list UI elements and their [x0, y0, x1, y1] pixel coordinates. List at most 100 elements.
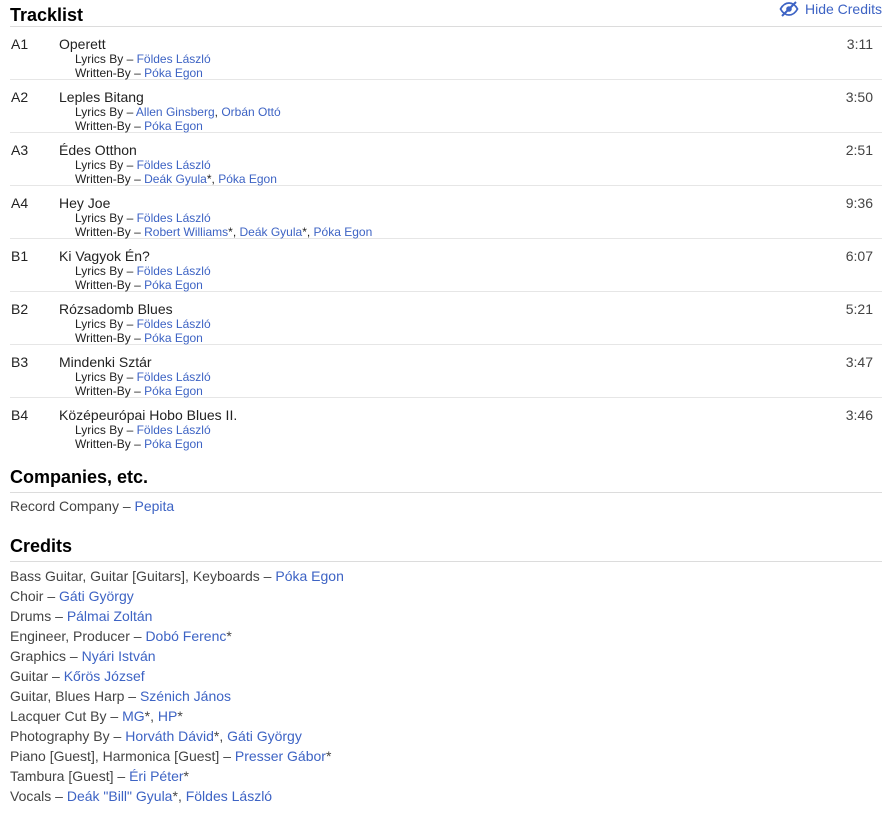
artist-link[interactable]: HP	[158, 708, 177, 724]
artist-link[interactable]: Éri Péter	[129, 768, 183, 784]
artist-link[interactable]: Kőrös József	[64, 668, 145, 684]
hide-credits-button[interactable]: Hide Credits	[779, 0, 882, 26]
track-duration: 6:07	[845, 248, 873, 264]
anv-star: *	[325, 748, 332, 764]
track-title: Hey Joe	[59, 195, 111, 211]
credit-separator: –	[51, 788, 67, 804]
track-credit: Lyrics By – Allen Ginsberg, Orbán Ottó	[75, 105, 281, 119]
credit-separator: –	[51, 608, 67, 624]
track-row: B1 Ki Vagyok Én? 6:07 Lyrics By – Földes Lá…	[10, 239, 882, 292]
track-row: B4 Középeurópai Hobo Blues II. 3:46 Lyrics …	[10, 398, 882, 451]
artist-link[interactable]: MG	[122, 708, 145, 724]
artist-link[interactable]: Póka Egon	[144, 437, 203, 451]
credit-role: Written-By	[75, 278, 131, 292]
artist-link[interactable]: Póka Egon	[218, 172, 277, 186]
credit-role: Written-By	[75, 119, 131, 133]
credit-item: Guitar – Kőrös József	[10, 668, 145, 684]
track-position: B3	[11, 354, 29, 370]
credit-role: Engineer, Producer	[10, 628, 130, 644]
artist-link[interactable]: Gáti György	[227, 728, 302, 744]
credit-separator: –	[130, 384, 145, 398]
artist-link[interactable]: Gáti György	[59, 588, 134, 604]
anv-star: *	[177, 708, 183, 724]
tracklist-header: Tracklist Hide Credits	[10, 0, 882, 27]
artist-link[interactable]: Póka Egon	[144, 278, 203, 292]
credit-separator: –	[123, 264, 137, 278]
artist-link[interactable]: Póka Egon	[144, 119, 203, 133]
track-duration: 9:36	[845, 195, 873, 211]
artist-link[interactable]: Dobó Ferenc	[145, 628, 226, 644]
track-credit: Lyrics By – Földes László	[75, 211, 211, 225]
artist-link[interactable]: Robert Williams	[144, 225, 228, 239]
release-credits-page: Tracklist Hide Credits A1 Operett 3:11 Lyri…	[0, 0, 886, 816]
credit-role: Lyrics By	[75, 211, 124, 225]
companies-title: Companies, etc.	[10, 467, 149, 487]
track-credit: Written-By – Robert Williams*, Deák Gyul…	[75, 225, 372, 239]
credit-item: Vocals – Deák "Bill" Gyula*, Földes Lász…	[10, 788, 272, 804]
credit-separator: –	[48, 668, 64, 684]
track-duration: 5:21	[845, 301, 873, 317]
track-row: B3 Mindenki Sztár 3:47 Lyrics By – Földes L…	[10, 345, 882, 398]
credit-item: Photography By – Horváth Dávid*, Gáti Gy…	[10, 728, 302, 744]
track-title: Ki Vagyok Én?	[59, 248, 150, 264]
track-duration: 3:50	[845, 89, 873, 105]
track-row: A3 Édes Otthon 2:51 Lyrics By – Földes Lász…	[10, 133, 882, 186]
artist-link[interactable]: Nyári István	[82, 648, 156, 664]
credit-separator: –	[130, 66, 145, 80]
credit-separator: –	[123, 370, 137, 384]
credit-item: Guitar, Blues Harp – Szénich János	[10, 688, 231, 704]
credit-separator: –	[219, 748, 235, 764]
credit-role: Lyrics By	[75, 423, 124, 437]
artist-link[interactable]: Allen Ginsberg	[136, 105, 215, 119]
artist-link[interactable]: Pálmai Zoltán	[67, 608, 153, 624]
track-duration: 3:46	[845, 407, 873, 423]
track-position: A1	[11, 36, 29, 52]
artist-link[interactable]: Póka Egon	[275, 568, 344, 584]
artist-link[interactable]: Földes László	[137, 158, 211, 172]
artist-link[interactable]: Póka Egon	[144, 66, 203, 80]
artist-link[interactable]: Presser Gábor	[235, 748, 326, 764]
artist-link[interactable]: Földes László	[137, 423, 211, 437]
credit-item: Tambura [Guest] – Éri Péter*	[10, 768, 189, 784]
artist-link[interactable]: Földes László	[186, 788, 272, 804]
track-credit: Written-By – Póka Egon	[75, 384, 203, 398]
tracklist-title: Tracklist	[10, 5, 84, 25]
credit-separator: –	[123, 158, 137, 172]
artist-link[interactable]: Földes László	[137, 211, 211, 225]
credit-separator: –	[123, 211, 137, 225]
track-duration: 3:11	[846, 36, 873, 52]
artist-link[interactable]: Deák "Bill" Gyula	[67, 788, 173, 804]
artist-link[interactable]: Pepita	[135, 498, 175, 514]
credit-role: Guitar, Blues Harp	[10, 688, 125, 704]
track-credit: Written-By – Póka Egon	[75, 437, 203, 451]
artist-link[interactable]: Deák Gyula	[240, 225, 303, 239]
credit-role: Written-By	[75, 331, 131, 345]
artist-link[interactable]: Póka Egon	[144, 384, 203, 398]
artist-link[interactable]: Póka Egon	[144, 331, 203, 345]
artist-link[interactable]: Földes László	[137, 370, 211, 384]
credit-separator: –	[130, 225, 145, 239]
companies-header: Companies, etc.	[10, 464, 882, 493]
artist-link[interactable]: Póka Egon	[314, 225, 373, 239]
track-credit: Lyrics By – Földes László	[75, 317, 211, 331]
track-duration: 2:51	[845, 142, 873, 158]
artist-link[interactable]: Földes László	[137, 52, 211, 66]
artist-link[interactable]: Orbán Ottó	[221, 105, 280, 119]
credits-header: Credits	[10, 533, 882, 562]
credit-role: Written-By	[75, 172, 131, 186]
artist-link[interactable]: Deák Gyula	[144, 172, 207, 186]
track-title: Édes Otthon	[59, 142, 137, 158]
track-credit: Written-By – Deák Gyula*, Póka Egon	[75, 172, 277, 186]
credit-role: Guitar	[10, 668, 49, 684]
track-position: A4	[11, 195, 29, 211]
track-position: B1	[11, 248, 29, 264]
track-position: B2	[11, 301, 29, 317]
artist-link[interactable]: Földes László	[137, 264, 211, 278]
credit-role: Written-By	[75, 225, 131, 239]
tracklist-table: A1 Operett 3:11 Lyrics By – Földes László Wr…	[10, 27, 882, 451]
artist-link[interactable]: Földes László	[137, 317, 211, 331]
name-separator: ,	[306, 225, 314, 239]
track-row: A4 Hey Joe 9:36 Lyrics By – Földes László Wr…	[10, 186, 882, 239]
artist-link[interactable]: Szénich János	[140, 688, 231, 704]
artist-link[interactable]: Horváth Dávid	[125, 728, 214, 744]
